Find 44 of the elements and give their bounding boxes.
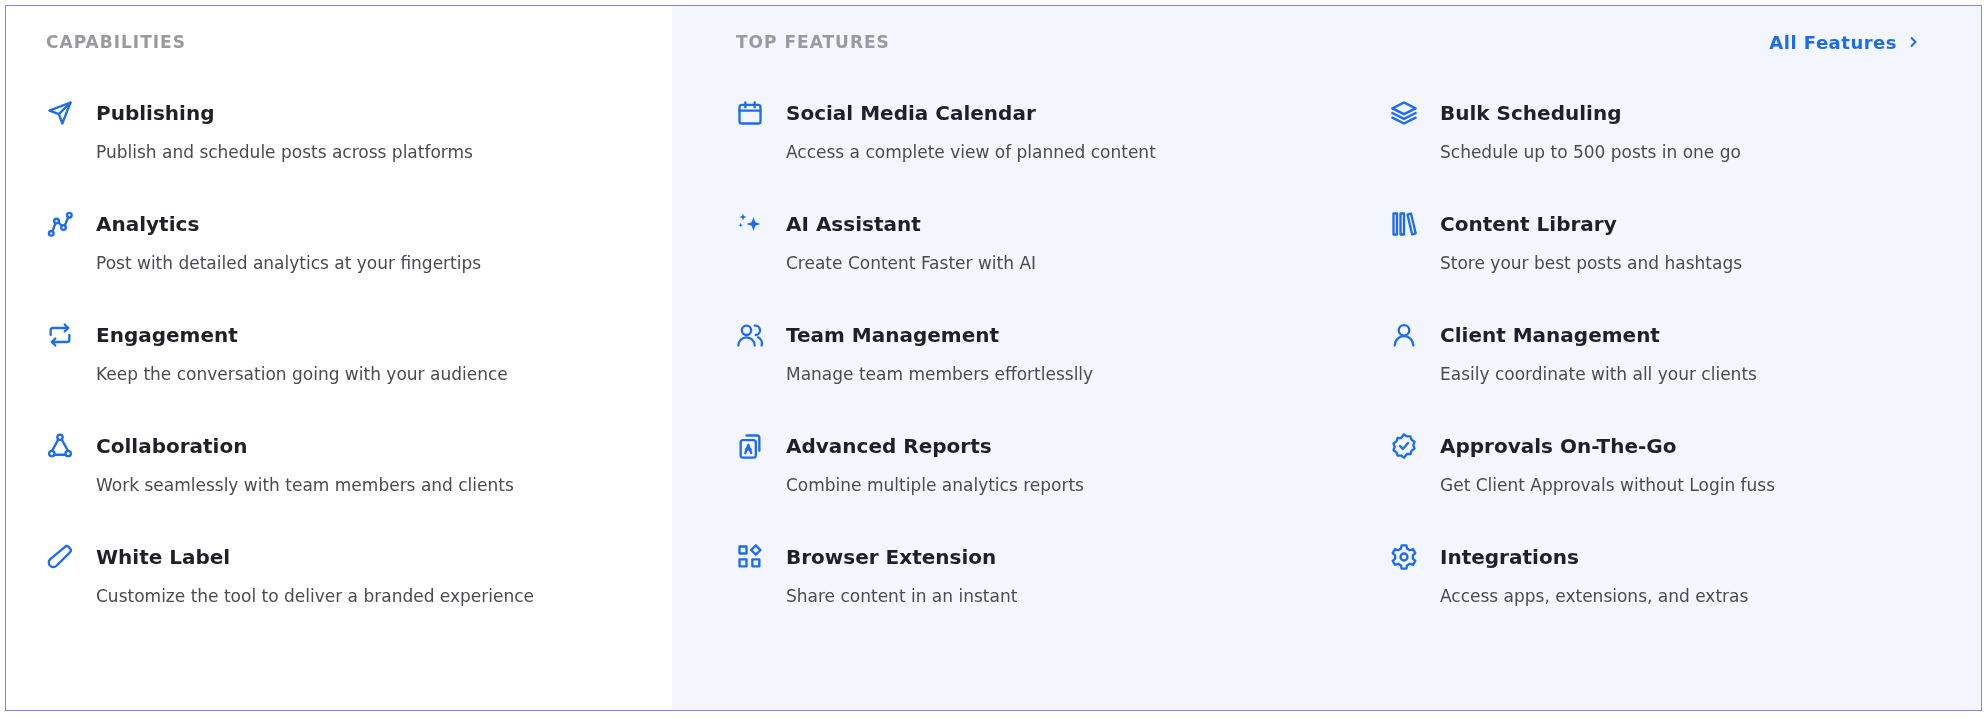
all-features-link[interactable]: All Features: [1769, 31, 1919, 53]
feature-link[interactable]: AI Assistant: [786, 210, 1037, 238]
books-icon: [1390, 210, 1418, 238]
check-badge-icon: [1390, 432, 1418, 460]
feature-link[interactable]: Social Media Calendar: [786, 99, 1156, 127]
network-icon: [46, 432, 74, 460]
capability-description: Work seamlessly with team members and clients: [96, 474, 514, 497]
feature-description: Combine multiple analytics reports: [786, 474, 1084, 497]
feature-description: Access apps, extensions, and extras: [1440, 585, 1749, 608]
feature-link[interactable]: Bulk Scheduling: [1440, 99, 1741, 127]
apps-icon: [736, 543, 764, 571]
section-heading: TOP FEATURES: [736, 31, 890, 54]
capability-link[interactable]: Engagement: [96, 321, 508, 349]
capability-description: Publish and schedule posts across platforms: [96, 141, 473, 164]
feature-description: Manage team members effortlesslly: [786, 363, 1094, 386]
feature-description: Get Client Approvals without Login fuss: [1440, 474, 1776, 497]
feature-description: Access a complete view of planned content: [786, 141, 1156, 164]
feature-description: Store your best posts and hashtags: [1440, 252, 1743, 275]
feature-description: Create Content Faster with AI: [786, 252, 1037, 275]
feature-link[interactable]: Browser Extension: [786, 543, 1018, 571]
capability-description: Post with detailed analytics at your fingertips: [96, 252, 482, 275]
users-icon: [736, 321, 764, 349]
capability-link[interactable]: Publishing: [96, 99, 473, 127]
feature-link[interactable]: Integrations: [1440, 543, 1749, 571]
feature-link[interactable]: Approvals On-The-Go: [1440, 432, 1776, 460]
feature-description: Schedule up to 500 posts in one go: [1440, 141, 1741, 164]
capability-description: Customize the tool to deliver a branded experience: [96, 585, 535, 608]
feature-description: Share content in an instant: [786, 585, 1018, 608]
line-chart-icon: [46, 210, 74, 238]
feature-description: Easily coordinate with all your clients: [1440, 363, 1757, 386]
capability-link[interactable]: White Label: [96, 543, 535, 571]
send-icon: [46, 99, 74, 127]
capability-link[interactable]: Collaboration: [96, 432, 514, 460]
feature-link[interactable]: Advanced Reports: [786, 432, 1084, 460]
calendar-icon: [736, 99, 764, 127]
feature-link[interactable]: Client Management: [1440, 321, 1757, 349]
documents-icon: [736, 432, 764, 460]
settings-icon: [1390, 543, 1418, 571]
capability-link[interactable]: Analytics: [96, 210, 482, 238]
section-heading: CAPABILITIES: [46, 31, 187, 54]
capability-description: Keep the conversation going with your audience: [96, 363, 508, 386]
layers-icon: [1390, 99, 1418, 127]
feature-link[interactable]: Team Management: [786, 321, 1094, 349]
feature-link[interactable]: Content Library: [1440, 210, 1743, 238]
